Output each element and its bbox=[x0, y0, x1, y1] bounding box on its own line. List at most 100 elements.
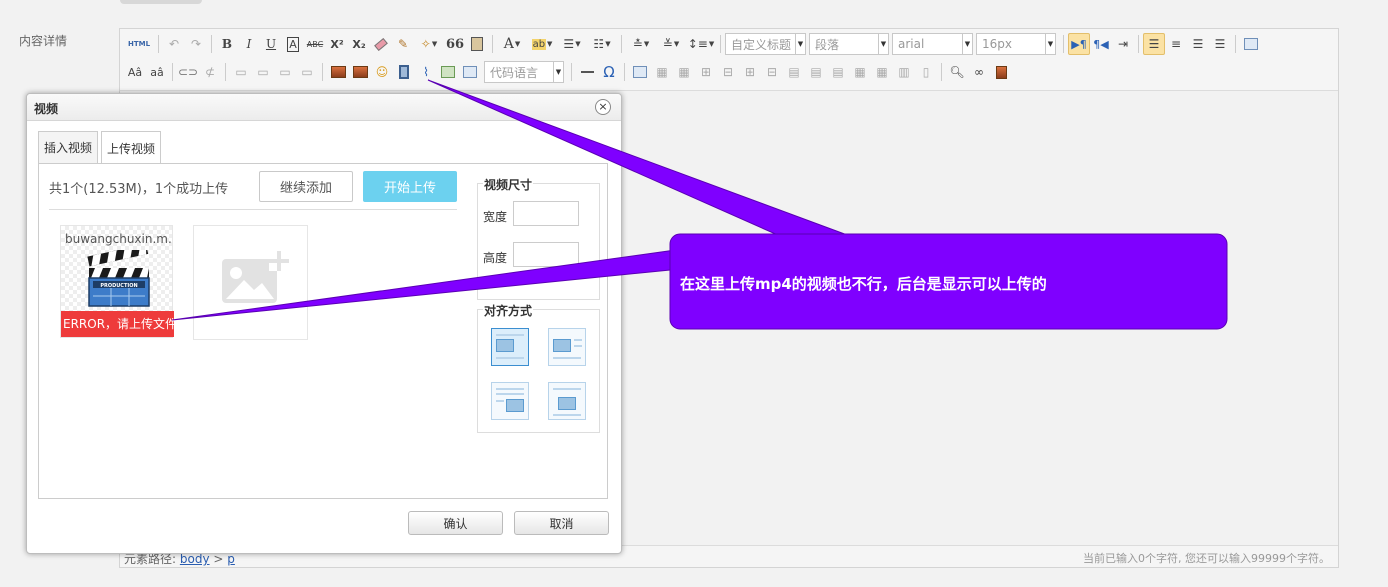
deletecol-button[interactable]: ⊟ bbox=[761, 61, 783, 83]
path-p-link[interactable]: p bbox=[227, 552, 235, 566]
align-none-option[interactable] bbox=[491, 328, 529, 366]
indent-button[interactable]: ⇥ bbox=[1112, 33, 1134, 55]
font-size-select[interactable]: 16px ▼ bbox=[976, 33, 1056, 55]
unlink-button[interactable]: ⊄ bbox=[199, 61, 221, 83]
emotion-button[interactable]: ☺ bbox=[371, 61, 393, 83]
tolowercase-button[interactable]: aâ bbox=[146, 61, 168, 83]
subscript-button[interactable]: X₂ bbox=[348, 33, 370, 55]
align-left-option[interactable] bbox=[548, 328, 586, 366]
width-input[interactable] bbox=[513, 201, 579, 226]
mergecells-button[interactable]: ▤ bbox=[783, 61, 805, 83]
splittocells-button[interactable]: ▦ bbox=[849, 61, 871, 83]
align-center-option[interactable] bbox=[548, 382, 586, 420]
mergedown-button[interactable]: ▤ bbox=[827, 61, 849, 83]
simpleupload-button[interactable] bbox=[327, 61, 349, 83]
superscript-button[interactable]: X² bbox=[326, 33, 348, 55]
custom-heading-select[interactable]: 自定义标题 ▼ bbox=[725, 33, 806, 55]
autotypeset-button[interactable]: ✧ ▼ bbox=[414, 33, 444, 55]
rtl-direction-button[interactable]: ¶◀ bbox=[1090, 33, 1112, 55]
tab-insert-video[interactable]: 插入视频 bbox=[38, 131, 99, 163]
delete-table-icon: ▦ bbox=[656, 65, 668, 79]
fullscreen-button[interactable] bbox=[1240, 33, 1262, 55]
toolbar-separator bbox=[1063, 35, 1064, 53]
bold-button[interactable]: B bbox=[216, 33, 238, 55]
continue-add-button[interactable]: 继续添加 bbox=[259, 171, 353, 202]
imagecenter-button[interactable]: ▭ bbox=[296, 61, 318, 83]
lineheight-button[interactable]: ↕≡ ▼ bbox=[686, 33, 716, 55]
drafts-button[interactable] bbox=[990, 61, 1012, 83]
height-input[interactable] bbox=[513, 242, 579, 267]
format-painter-button[interactable]: ✎ bbox=[392, 33, 414, 55]
charts-button[interactable]: ▯ bbox=[915, 61, 937, 83]
deleterow-button[interactable]: ⊟ bbox=[717, 61, 739, 83]
horizontal-rule-button[interactable] bbox=[576, 61, 598, 83]
add-file-placeholder[interactable] bbox=[193, 225, 308, 340]
splittocols-button[interactable]: ▥ bbox=[893, 61, 915, 83]
insertimage-button[interactable] bbox=[349, 61, 371, 83]
redo-button[interactable]: ↷ bbox=[185, 33, 207, 55]
top-tab-strip bbox=[120, 0, 202, 4]
eraser-icon bbox=[374, 37, 388, 51]
rowspacing-top-button[interactable]: ≛ ▼ bbox=[626, 33, 656, 55]
link-button[interactable]: ⊂⊃ bbox=[177, 61, 199, 83]
imageright-button[interactable]: ▭ bbox=[274, 61, 296, 83]
uploaded-file-card[interactable]: buwangchuxin.m... PRODUCTION ERROR，请上传文件 bbox=[60, 225, 174, 338]
searchreplace-button[interactable]: ∞ bbox=[968, 61, 990, 83]
print-preview-button[interactable]: 🔍︎ bbox=[946, 61, 968, 83]
fontborder-button[interactable]: A bbox=[282, 33, 304, 55]
insertvideo-button[interactable] bbox=[393, 61, 415, 83]
backcolor-button[interactable]: ab ▼ bbox=[527, 33, 557, 55]
splittorows-button[interactable]: ▦ bbox=[871, 61, 893, 83]
paragraph-select[interactable]: 段落 ▼ bbox=[809, 33, 889, 55]
deletetable-button[interactable]: ▦ bbox=[651, 61, 673, 83]
paste-plain-button[interactable] bbox=[466, 33, 488, 55]
binoculars-icon: ∞ bbox=[974, 65, 984, 79]
paragraph-before-table-icon: ▦ bbox=[678, 65, 690, 79]
code-language-select[interactable]: 代码语言 ▼ bbox=[484, 61, 564, 83]
map-button[interactable] bbox=[437, 61, 459, 83]
rowspacing-bottom-button[interactable]: ≚ ▼ bbox=[656, 33, 686, 55]
italic-button[interactable]: I bbox=[238, 33, 260, 55]
underline-button[interactable]: U bbox=[260, 33, 282, 55]
imageleft-button[interactable]: ▭ bbox=[252, 61, 274, 83]
special-chars-button[interactable]: Ω bbox=[598, 61, 620, 83]
align-right-icon: ☰ bbox=[1192, 37, 1204, 51]
justify-right-button[interactable]: ☰ bbox=[1187, 33, 1209, 55]
height-label: 高度 bbox=[483, 251, 508, 265]
insertparagraphbeforetable-button[interactable]: ▦ bbox=[673, 61, 695, 83]
mergeright-button[interactable]: ▤ bbox=[805, 61, 827, 83]
ordered-list-button[interactable]: ☰ ▼ bbox=[557, 33, 587, 55]
strikethrough-button[interactable]: ABC bbox=[304, 33, 326, 55]
undo-button[interactable]: ↶ bbox=[163, 33, 185, 55]
unordered-list-button[interactable]: ☷ ▼ bbox=[587, 33, 617, 55]
confirm-button[interactable]: 确认 bbox=[408, 511, 503, 535]
split-rows-icon: ▦ bbox=[876, 65, 888, 79]
cancel-button[interactable]: 取消 bbox=[514, 511, 609, 535]
font-family-select[interactable]: arial ▼ bbox=[892, 33, 973, 55]
dialog-header[interactable]: 视频 × bbox=[27, 94, 621, 121]
touppercase-button[interactable]: Aâ bbox=[124, 61, 146, 83]
close-icon[interactable]: × bbox=[595, 99, 611, 115]
blockquote-button[interactable]: 66 bbox=[444, 33, 466, 55]
dialog-title: 视频 bbox=[34, 102, 59, 116]
ltr-direction-button[interactable]: ▶¶ bbox=[1068, 33, 1090, 55]
indent-icon: ⇥ bbox=[1117, 37, 1129, 51]
align-right-option[interactable] bbox=[491, 382, 529, 420]
path-body-link[interactable]: body bbox=[180, 552, 210, 566]
start-upload-button[interactable]: 开始上传 bbox=[363, 171, 457, 202]
inserttable-button[interactable] bbox=[629, 61, 651, 83]
attachment-button[interactable]: ⌇ bbox=[415, 61, 437, 83]
justify-center-button[interactable]: ≡ bbox=[1165, 33, 1187, 55]
tab-upload-video[interactable]: 上传视频 bbox=[101, 131, 162, 164]
justify-full-button[interactable]: ☰ bbox=[1209, 33, 1231, 55]
insertcol-button[interactable]: ⊞ bbox=[739, 61, 761, 83]
dialog-tabs: 插入视频 上传视频 bbox=[38, 131, 162, 164]
redo-icon: ↷ bbox=[190, 37, 202, 51]
imagenone-button[interactable]: ▭ bbox=[230, 61, 252, 83]
html-source-button[interactable]: HTML bbox=[124, 33, 154, 55]
gmap-button[interactable] bbox=[459, 61, 481, 83]
insertrow-button[interactable]: ⊞ bbox=[695, 61, 717, 83]
justify-left-button[interactable]: ☰ bbox=[1143, 33, 1165, 55]
eraser-button[interactable] bbox=[370, 33, 392, 55]
forecolor-button[interactable]: A ▼ bbox=[497, 33, 527, 55]
